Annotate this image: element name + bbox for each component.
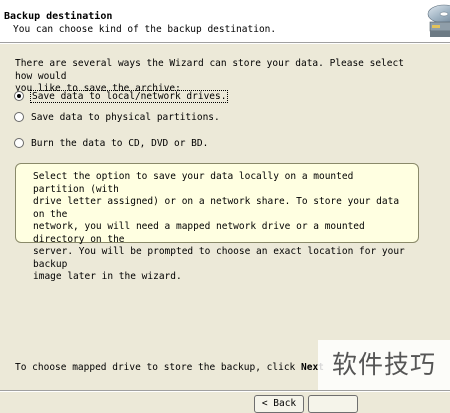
- option-local-network[interactable]: Save data to local/network drives.: [14, 89, 229, 103]
- radio-button[interactable]: [14, 112, 24, 122]
- wizard-header: Backup destination You can choose kind o…: [0, 0, 450, 43]
- footer-separator: [0, 390, 450, 392]
- radio-button[interactable]: [14, 138, 24, 148]
- next-button[interactable]: [308, 395, 358, 413]
- option-burn-disc[interactable]: Burn the data to CD, DVD or BD.: [14, 136, 208, 150]
- page-subtitle: You can choose kind of the backup destin…: [13, 24, 277, 35]
- footer-instruction: To choose mapped drive to store the back…: [15, 362, 324, 373]
- footer-text: To choose mapped drive to store the back…: [15, 362, 296, 373]
- option-label[interactable]: Save data to local/network drives.: [29, 89, 229, 103]
- back-button[interactable]: < Back: [254, 395, 304, 413]
- option-description-note: Select the option to save your data loca…: [15, 163, 419, 282]
- option-physical-partitions[interactable]: Save data to physical partitions.: [14, 110, 220, 124]
- radio-button-checked[interactable]: [14, 91, 24, 101]
- option-label[interactable]: Save data to physical partitions.: [31, 112, 220, 123]
- watermark: 软件技巧: [318, 340, 450, 390]
- page-title: Backup destination: [4, 11, 113, 22]
- backup-disc-icon: [427, 4, 450, 37]
- option-label[interactable]: Burn the data to CD, DVD or BD.: [31, 138, 208, 149]
